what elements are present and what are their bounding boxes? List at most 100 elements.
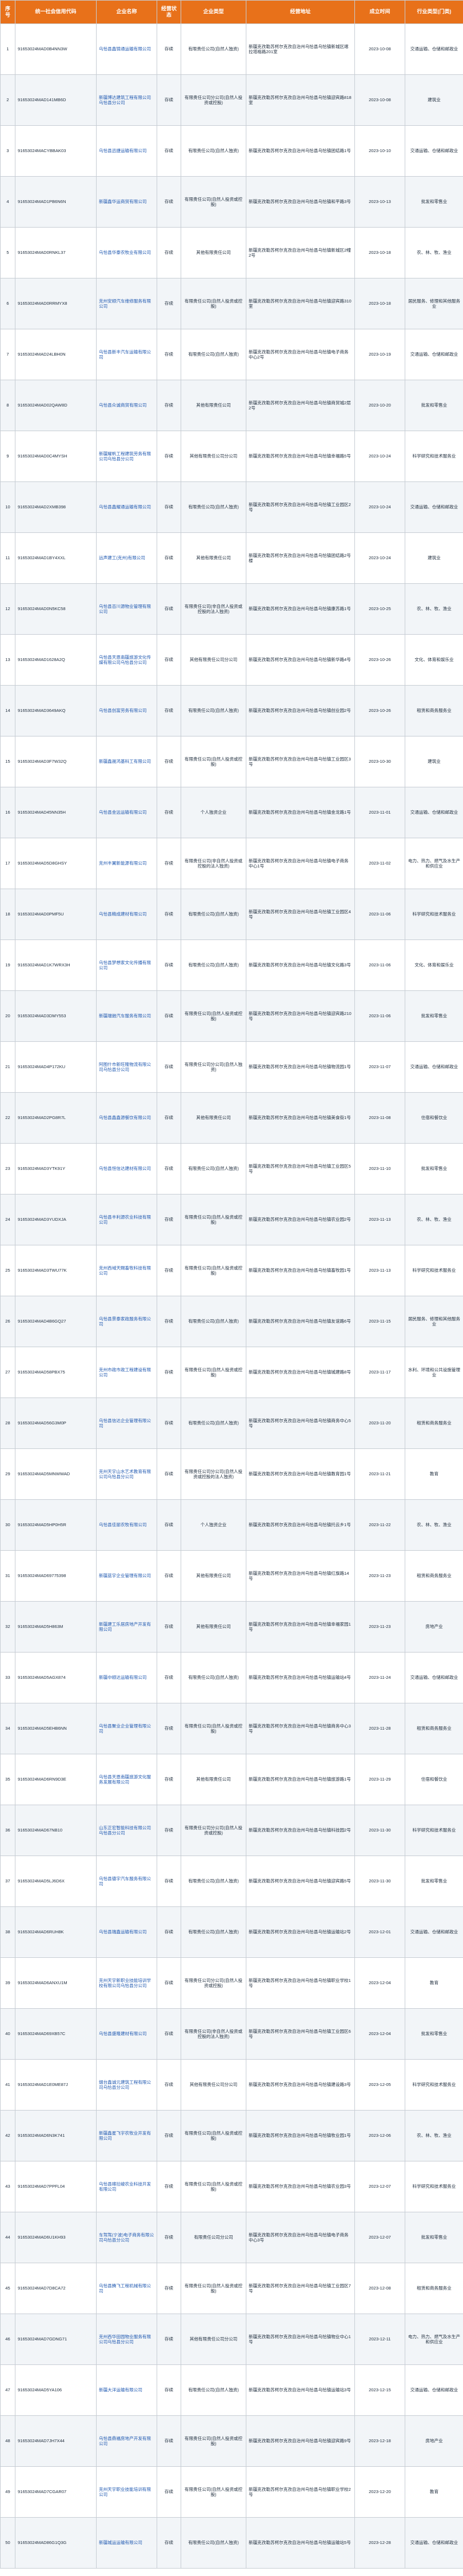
- credit-code: 91653024MAD24LBH0N: [15, 329, 97, 380]
- status: 存续: [157, 1856, 181, 1907]
- company-name-link[interactable]: 乌恰县华泰农牧业有限公司: [96, 227, 157, 278]
- credit-code: 91653024MAD86G1Q3G: [15, 2517, 97, 2569]
- credit-code: 91653024MAD45NN35H: [15, 787, 97, 838]
- founded-date: 2023-12-11: [354, 2314, 405, 2365]
- founded-date: 2023-12-05: [354, 2059, 405, 2111]
- status: 存续: [157, 431, 181, 482]
- status: 存续: [157, 2364, 181, 2416]
- row-index: 40: [0, 2008, 15, 2060]
- company-name-link[interactable]: 乌恰县鑫锦通运输有限公司: [96, 23, 157, 75]
- company-name-link[interactable]: 乌恰县佳丽农牧有限公司: [96, 1499, 157, 1551]
- company-name-link[interactable]: 乌恰县腾飞工程机械有限公司: [96, 2263, 157, 2314]
- company-type: 有限责任公司(自然人独资): [181, 23, 246, 75]
- status: 存续: [157, 2161, 181, 2212]
- row-index: 32: [0, 1601, 15, 1653]
- credit-code: 91653024MAD1E0ME87J: [15, 2059, 97, 2111]
- company-name-link[interactable]: 乌恰县恒信达建材有限公司: [96, 1143, 157, 1195]
- company-name-link[interactable]: 乌恰县聚业企业管理有限公司: [96, 1703, 157, 1754]
- company-name-link[interactable]: 乌恰县迅捷运输有限公司: [96, 125, 157, 177]
- company-name-link[interactable]: 新疆鑫华运商贸有限公司: [96, 176, 157, 228]
- company-name-link[interactable]: 乌恰县丰利源农业科技有限公司: [96, 1194, 157, 1245]
- company-name-link[interactable]: 乌恰县百川源物业管理有限公司: [96, 583, 157, 635]
- row-index: 23: [0, 1143, 15, 1195]
- founded-date: 2023-11-15: [354, 1296, 405, 1347]
- company-type: 有限责任公司(自然人独资): [181, 1652, 246, 1703]
- company-name-link[interactable]: 新疆中顺达运输有限公司: [96, 1652, 157, 1703]
- row-index: 44: [0, 2212, 15, 2263]
- address: 新疆克孜勒苏柯尔克孜自治州乌恰县乌恰镇运输站3号: [246, 2364, 355, 2416]
- company-type: 其他有限责任公司分公司: [181, 2314, 246, 2365]
- company-name-link[interactable]: 阿图什市新旺隆物流有限公司乌恰县分公司: [96, 1041, 157, 1093]
- credit-code: 91653024MAD7D8CA72: [15, 2263, 97, 2314]
- status: 存续: [157, 329, 181, 380]
- company-name-link[interactable]: 乌恰县创富劳务有限公司: [96, 685, 157, 736]
- company-name-link[interactable]: 新疆鑫晟鸿基科工有限公司: [96, 736, 157, 787]
- founded-date: 2023-10-26: [354, 685, 405, 736]
- company-name-link[interactable]: 新疆鑫星飞宇农牧业开发有限公司: [96, 2110, 157, 2161]
- company-name-link[interactable]: 乌恰县天恩南疆旅游文化传媒有限公司乌恰县分公司: [96, 634, 157, 686]
- company-name-link[interactable]: 乌恰县众诚商贸有限公司: [96, 380, 157, 431]
- company-name-link[interactable]: 乌恰县喀拉峻农业科技开发有限公司: [96, 2161, 157, 2212]
- company-name-link[interactable]: 乌恰县景泰家政服务有限公司: [96, 1296, 157, 1347]
- credit-code: 91653024MAD5D8GHSY: [15, 838, 97, 889]
- founded-date: 2023-12-28: [354, 2517, 405, 2569]
- company-name-link[interactable]: 乌恰县鼎福房地产开发有限公司: [96, 2415, 157, 2467]
- company-name-link[interactable]: 山东正宏智能科技有限公司乌恰县分公司: [96, 1805, 157, 1856]
- company-type: 有限责任公司(非自然人投资或控股的法人独资): [181, 838, 246, 889]
- company-name-link[interactable]: 克州丰翼新能源有限公司: [96, 838, 157, 889]
- company-name-link[interactable]: 车驾驾(宁波)电子商务有限公司乌恰县分公司: [96, 2212, 157, 2263]
- company-name-link[interactable]: 乌恰县精成建材有限公司: [96, 889, 157, 940]
- company-name-link[interactable]: 新疆瑞驰汽车服务有限公司: [96, 990, 157, 1042]
- company-name-link[interactable]: 乌恰县德宇汽车服务有限公司: [96, 1856, 157, 1907]
- founded-date: 2023-11-13: [354, 1194, 405, 1245]
- company-name-link[interactable]: 乌恰县瑞鑫运输有限公司: [96, 1906, 157, 1958]
- company-name-link[interactable]: 乌恰县信达企业管理有限公司: [96, 1398, 157, 1449]
- company-name-link[interactable]: 新疆大洋运输有限公司: [96, 2364, 157, 2416]
- company-name-link[interactable]: 烟台鑫诚元建筑工程有限公司乌恰县分公司: [96, 2059, 157, 2111]
- header-credit-code: 统一社会信用代码: [15, 0, 97, 24]
- industry: 农、林、牧、渔业: [405, 1194, 463, 1245]
- company-name-link[interactable]: 新疆耀帆工程建筑劳务有限公司乌恰县分公司: [96, 431, 157, 482]
- company-name-link[interactable]: 新疆城运运输有限公司: [96, 2517, 157, 2569]
- company-name-link[interactable]: 克州安顺汽车维修服务有限公司: [96, 278, 157, 329]
- industry: 教育: [405, 2466, 463, 2518]
- company-name-link[interactable]: 克州西华田园物业服务有限公司乌恰县分公司: [96, 2314, 157, 2365]
- company-name-link[interactable]: 乌恰县鑫耀通运输有限公司: [96, 481, 157, 533]
- company-name-link[interactable]: 新疆蓝宇企业管理有限公司: [96, 1550, 157, 1602]
- credit-code: 91653024MAD1K7WRX3H: [15, 939, 97, 991]
- row-index: 25: [0, 1245, 15, 1296]
- company-name-link[interactable]: 乌恰县新丰汽车运输有限公司: [96, 329, 157, 380]
- company-name-link[interactable]: 新疆建工乐居房地产开发有限公司: [96, 1601, 157, 1653]
- credit-code: 91653024MAD58PBX75: [15, 1347, 97, 1398]
- founded-date: 2023-12-20: [354, 2466, 405, 2518]
- company-name-link[interactable]: 克州天宇职业技能培训有限公司: [96, 2466, 157, 2518]
- company-name-link[interactable]: 克州西域天赐畜牧科技有限公司: [96, 1245, 157, 1296]
- address: 新疆克孜勒苏柯尔克孜自治州乌恰县乌恰镇团结路2号楼: [246, 532, 355, 584]
- table-row: 28 91653024MAD56G3M0P 乌恰县信达企业管理有限公司 存续 有限责任公…: [0, 1398, 463, 1449]
- company-type: 其他有限责任公司: [181, 1550, 246, 1602]
- company-name-link[interactable]: 克州天宇新职业技能培训学校有限公司乌恰县分公司: [96, 1957, 157, 2009]
- company-type: 有限责任公司(自然人独资): [181, 1296, 246, 1347]
- row-index: 22: [0, 1092, 15, 1144]
- row-index: 12: [0, 583, 15, 635]
- company-name-link[interactable]: 克州天宇山水艺术教育有限公司乌恰县分公司: [96, 1448, 157, 1500]
- founded-date: 2023-11-07: [354, 1041, 405, 1093]
- founded-date: 2023-11-10: [354, 1143, 405, 1195]
- industry: 文化、体育和娱乐业: [405, 939, 463, 991]
- company-name-link[interactable]: 乌恰县盛隆建材有限公司: [96, 2008, 157, 2060]
- company-name-link[interactable]: 克州市政市政工程建设有限公司: [96, 1347, 157, 1398]
- industry: 电力、热力、燃气及水生产和供应业: [405, 2314, 463, 2365]
- address: 新疆克孜勒苏柯尔克孜自治州乌恰县乌恰镇职业学校1号: [246, 1957, 355, 2009]
- company-name-link[interactable]: 远声建工(克州)有限公司: [96, 532, 157, 584]
- company-name-link[interactable]: 乌恰县金远运输有限公司: [96, 787, 157, 838]
- company-name-link[interactable]: 新疆博达建筑工程有限公司乌恰县分公司: [96, 74, 157, 126]
- table-row: 25 91653024MAD3TWU77K 克州西域天赐畜牧科技有限公司 存续 有限责任…: [0, 1245, 463, 1296]
- company-name-link[interactable]: 乌恰县鑫鑫源餐饮有限公司: [96, 1092, 157, 1144]
- industry: 交通运输、仓储和邮政业: [405, 1652, 463, 1703]
- company-name-link[interactable]: 乌恰县天恩南疆旅游文化服务发展有限公司: [96, 1754, 157, 1805]
- row-index: 13: [0, 634, 15, 686]
- founded-date: 2023-11-06: [354, 939, 405, 991]
- company-type: 有限责任公司(自然人独资): [181, 481, 246, 533]
- company-name-link[interactable]: 乌恰县梦想家文化传播有限公司: [96, 939, 157, 991]
- table-row: 34 91653024MAD5EHB6NN 乌恰县聚业企业管理有限公司 存续 有限责任公…: [0, 1703, 463, 1754]
